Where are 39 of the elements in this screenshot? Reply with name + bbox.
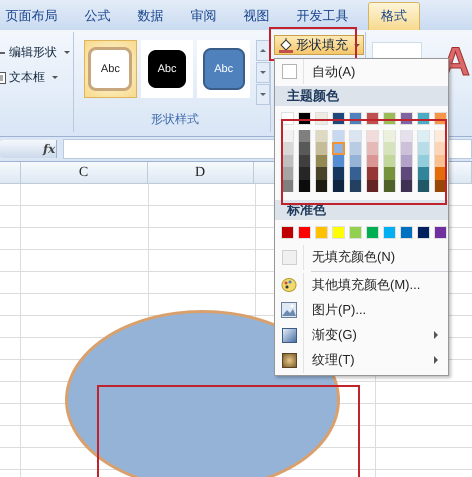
ribbon-tab[interactable]: 审阅 bbox=[177, 3, 230, 30]
more-button[interactable] bbox=[256, 84, 270, 105]
menu-item[interactable]: 无填充颜色(N) bbox=[275, 244, 448, 270]
ribbon-tab[interactable]: 数据 bbox=[124, 3, 177, 30]
ribbon-tab[interactable]: 视图 bbox=[230, 3, 283, 30]
group-label: 形状样式 bbox=[150, 111, 200, 128]
name-box[interactable] bbox=[0, 140, 57, 158]
scroll-up-button[interactable] bbox=[256, 40, 270, 61]
ribbon-button[interactable]: 编辑形状 bbox=[0, 44, 73, 61]
shape-style-option[interactable]: Abc bbox=[84, 40, 137, 98]
gradient-square-icon bbox=[282, 328, 296, 342]
menu-item[interactable]: 自动(A) bbox=[275, 59, 448, 84]
ribbon-tab[interactable]: 开发工具 bbox=[283, 3, 362, 30]
menu-item[interactable]: 纹理(T) bbox=[275, 348, 448, 372]
shape-style-option[interactable]: Abc bbox=[197, 40, 250, 98]
ribbon-tab[interactable]: 格式 bbox=[368, 2, 420, 30]
ribbon-button[interactable]: 文本框 bbox=[0, 69, 73, 86]
caret-icon bbox=[52, 76, 58, 79]
paint-bucket-icon bbox=[278, 37, 294, 53]
empty-square-icon bbox=[282, 250, 296, 264]
ribbon-tab[interactable]: 公式 bbox=[71, 3, 124, 30]
column-header[interactable]: C bbox=[78, 164, 88, 180]
caret-icon bbox=[64, 51, 70, 54]
function-label[interactable]: fx bbox=[43, 142, 59, 156]
column-header[interactable]: D bbox=[195, 164, 206, 180]
menu-item[interactable]: 其他填充颜色(M)... bbox=[275, 272, 448, 298]
color-swatch[interactable] bbox=[332, 142, 345, 154]
caret-icon bbox=[354, 44, 360, 46]
ribbon-tab[interactable]: 页面布局 bbox=[0, 3, 71, 30]
menu-item[interactable]: 图片(P)... bbox=[275, 298, 448, 322]
scroll-down-button[interactable] bbox=[256, 62, 270, 83]
shape-fill-button[interactable]: 形状填充 bbox=[274, 35, 364, 55]
picture-icon bbox=[281, 302, 297, 318]
section-header: 主题颜色 bbox=[275, 86, 448, 106]
menu-item[interactable]: 渐变(G) bbox=[275, 322, 448, 348]
texture-icon bbox=[282, 352, 296, 368]
shape-style-option[interactable]: Abc bbox=[140, 40, 194, 98]
empty-square-icon bbox=[282, 64, 296, 79]
palette-icon bbox=[281, 277, 297, 293]
